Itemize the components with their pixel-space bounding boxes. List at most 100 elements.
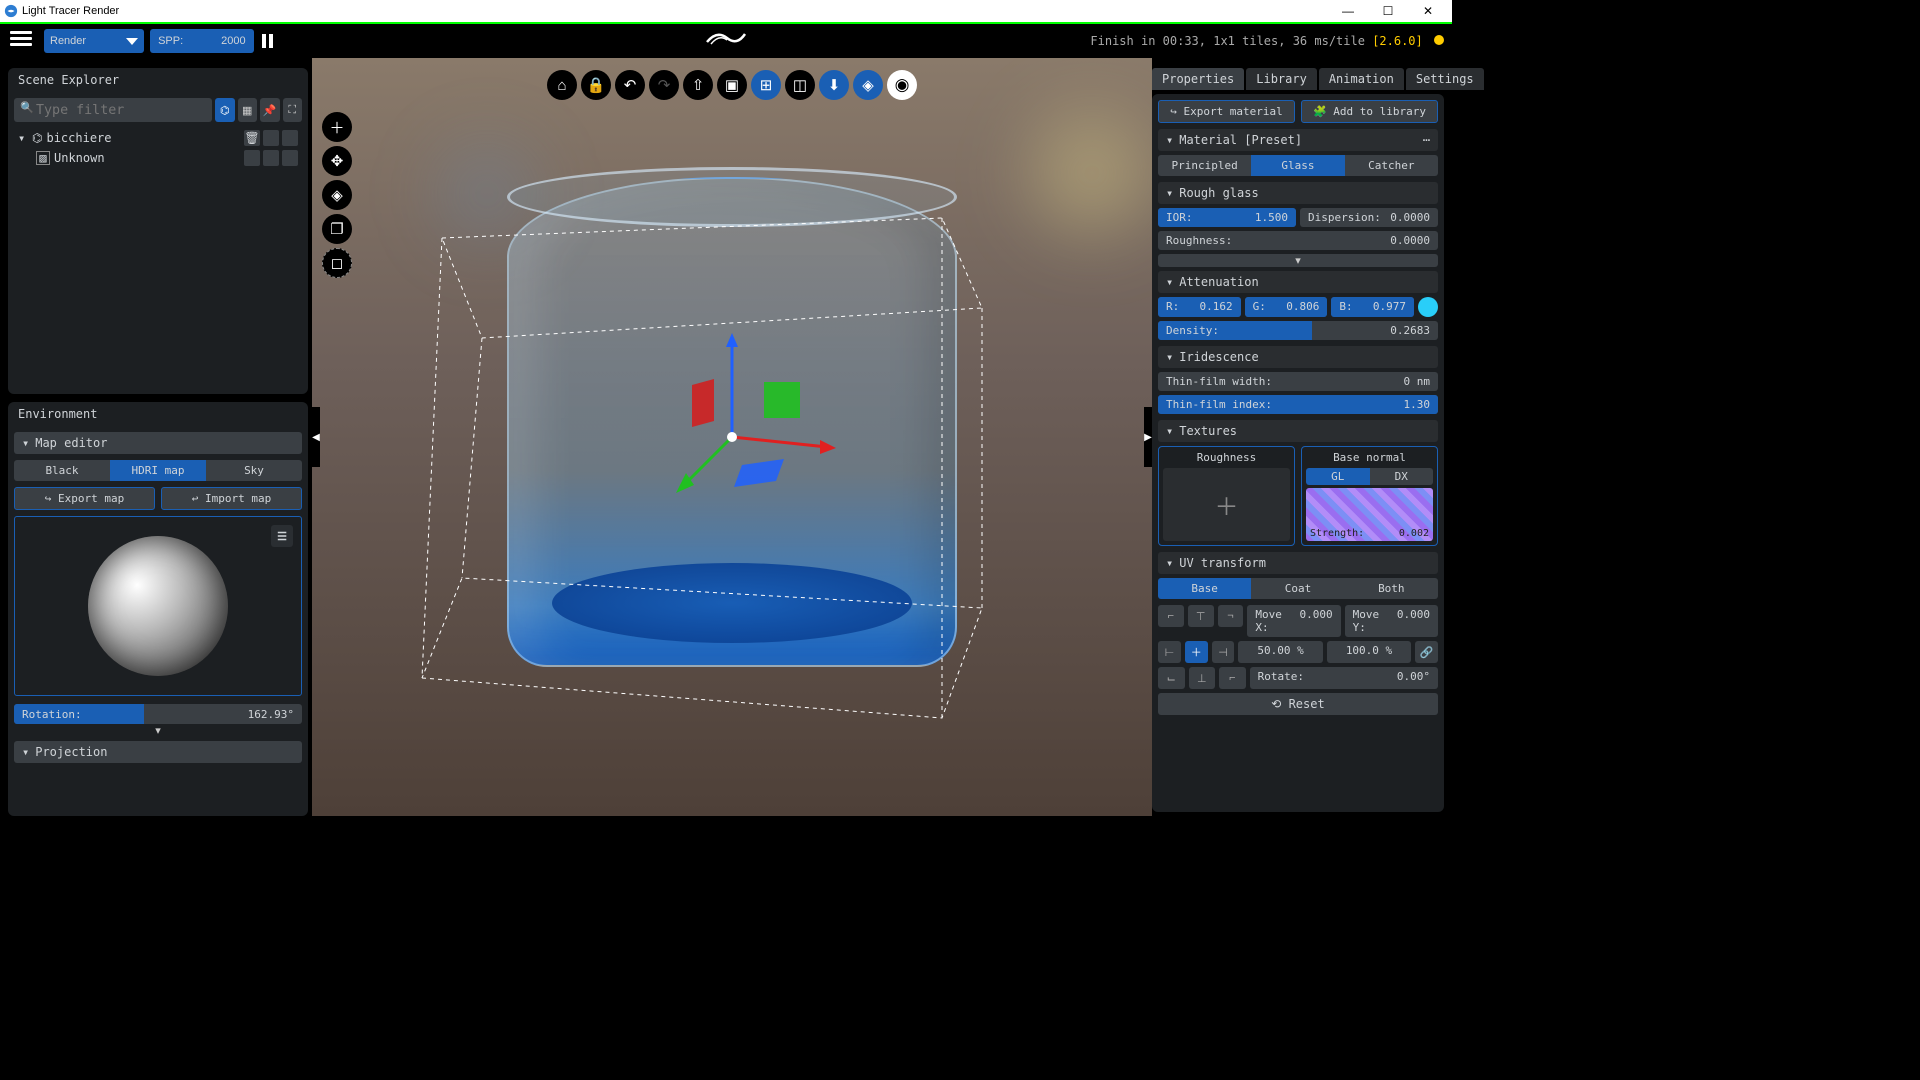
align-c-icon[interactable]: ＋ [1185,641,1208,663]
hierarchy-view-icon[interactable]: ⌬ [215,98,235,122]
image-icon[interactable]: ▣ [717,70,747,100]
align-r-icon[interactable]: ⊣ [1212,641,1235,663]
add-roughness-texture[interactable]: ＋ [1163,468,1290,541]
b-field[interactable]: B:0.977 [1331,297,1414,317]
dispersion-field[interactable]: Dispersion:0.0000 [1300,208,1438,227]
rough-glass-header[interactable]: ▾Rough glass [1158,182,1438,204]
delete-icon[interactable]: 🗑 [244,130,260,146]
discord-icon[interactable]: ◉ [887,70,917,100]
undo-icon[interactable]: ↶ [615,70,645,100]
window-controls: — ☐ ✕ [1328,4,1448,18]
normal-texture-slot[interactable]: Strength:0.002 [1306,488,1433,541]
mat-principled[interactable]: Principled [1158,155,1251,176]
scene-filter-input[interactable] [14,98,212,122]
mat-glass[interactable]: Glass [1251,155,1344,176]
import-map-button[interactable]: ↩ Import map [161,487,302,510]
thinfilm-width-field[interactable]: Thin-film width:0 nm [1158,372,1438,391]
node-icon: ⌬ [32,131,42,145]
align-t-icon[interactable]: ⊤ [1188,605,1214,627]
map-editor-header[interactable]: ▾ Map editor [14,432,302,454]
add-library-button[interactable]: 🧩 Add to library [1301,100,1438,123]
reset-button[interactable]: ⟲ Reset [1158,693,1438,715]
movex-field[interactable]: Move X:0.000 [1247,605,1340,637]
redo-icon[interactable]: ↷ [649,70,679,100]
render-mode-dropdown[interactable]: Render [44,29,144,53]
tab-animation[interactable]: Animation [1319,68,1404,90]
movey-field[interactable]: Move Y:0.000 [1345,605,1438,637]
r-field[interactable]: R:0.162 [1158,297,1241,317]
tree-item-bicchiere[interactable]: ▾ ⌬ bicchiere 🗑 [14,128,302,148]
texture-normal-box: Base normal GL DX Strength:0.002 [1301,446,1438,546]
align-l-icon[interactable]: ⊢ [1158,641,1181,663]
thinfilm-index-field[interactable]: Thin-film index:1.30 [1158,395,1438,414]
align-bl-icon[interactable]: ⌙ [1158,667,1185,689]
pause-button[interactable] [262,34,273,48]
align-b-icon[interactable]: ⊥ [1189,667,1216,689]
environment-panel: Environment ▾ Map editor Black HDRI map … [8,402,308,816]
tab-settings[interactable]: Settings [1406,68,1484,90]
link-scale-icon[interactable]: 🔗 [1415,641,1438,663]
panel-icon[interactable]: ◫ [785,70,815,100]
spp-field[interactable]: SPP: 2000 [150,29,254,53]
roughness-field[interactable]: Roughness:0.0000 [1158,231,1438,250]
export-map-button[interactable]: ↪ Export map [14,487,155,510]
expand-icon[interactable]: ⛶ [283,98,303,122]
normal-dx[interactable]: DX [1370,468,1434,485]
mesh-icon: ▨ [36,151,50,165]
attenuation-color-swatch[interactable] [1418,297,1438,317]
export-material-button[interactable]: ↪ Export material [1158,100,1295,123]
grid-view-icon[interactable]: ▦ [238,98,258,122]
align-tl-icon[interactable]: ⌐ [1158,605,1184,627]
hamburger-menu-icon[interactable] [8,28,34,54]
hdri-preview[interactable]: ☰ [14,516,302,696]
lock-icon[interactable]: 🔒 [581,70,611,100]
glass-object[interactable] [507,177,957,667]
uv-base[interactable]: Base [1158,578,1251,599]
scaley-field[interactable]: 100.0 % [1327,641,1411,663]
env-sky-tab[interactable]: Sky [206,460,302,481]
align-tr-icon[interactable]: ¬ [1218,605,1244,627]
normal-gl[interactable]: GL [1306,468,1370,485]
align-br-icon[interactable]: ⌐ [1219,667,1246,689]
tab-properties[interactable]: Properties [1152,68,1244,90]
tree-item-unknown[interactable]: ▨ Unknown [14,148,302,168]
uv-transform-header[interactable]: ▾UV transform [1158,552,1438,574]
hdri-menu-icon[interactable]: ☰ [271,525,293,547]
move-icon[interactable]: ✥ [322,146,352,176]
env-hdri-tab[interactable]: HDRI map [110,460,206,481]
scalex-field[interactable]: 50.00 % [1238,641,1322,663]
select-icon[interactable]: ◻ [322,248,352,278]
pin-icon[interactable]: 📌 [260,98,280,122]
left-panel-toggle[interactable]: ◀ [312,407,320,467]
textures-header[interactable]: ▾Textures [1158,420,1438,442]
tab-library[interactable]: Library [1246,68,1317,90]
uv-coat[interactable]: Coat [1251,578,1344,599]
copy-icon[interactable]: ❐ [322,214,352,244]
close-button[interactable]: ✕ [1408,4,1448,18]
grid-icon[interactable]: ⊞ [751,70,781,100]
minimize-button[interactable]: — [1328,4,1368,18]
material-preset-header[interactable]: ▾Material [Preset]⋯ [1158,129,1438,151]
ior-field[interactable]: IOR:1.500 [1158,208,1296,227]
projection-header[interactable]: ▾ Projection [14,741,302,763]
upload-icon[interactable]: ⇧ [683,70,713,100]
g-field[interactable]: G:0.806 [1245,297,1328,317]
uv-both[interactable]: Both [1345,578,1438,599]
rotation-slider[interactable]: Rotation: 162.93° [14,704,302,724]
density-field[interactable]: Density:0.2683 [1158,321,1438,340]
mat-catcher[interactable]: Catcher [1345,155,1438,176]
layers-icon[interactable]: ◈ [322,180,352,210]
home-icon[interactable]: ⌂ [547,70,577,100]
right-panel-toggle[interactable]: ▶ [1144,407,1152,467]
add-icon[interactable]: ＋ [322,112,352,142]
viewport[interactable]: ⌂ 🔒 ↶ ↷ ⇧ ▣ ⊞ ◫ ⬇ ◈ ◉ ＋ ✥ ◈ ❐ ◻ [312,58,1152,816]
rotation-expand[interactable]: ▾ [14,724,302,737]
gem-icon[interactable]: ◈ [853,70,883,100]
roughglass-expand[interactable]: ▾ [1158,254,1438,267]
attenuation-header[interactable]: ▾Attenuation [1158,271,1438,293]
iridescence-header[interactable]: ▾Iridescence [1158,346,1438,368]
rotate-field[interactable]: Rotate:0.00° [1250,667,1438,689]
download-icon[interactable]: ⬇ [819,70,849,100]
env-black-tab[interactable]: Black [14,460,110,481]
maximize-button[interactable]: ☐ [1368,4,1408,18]
